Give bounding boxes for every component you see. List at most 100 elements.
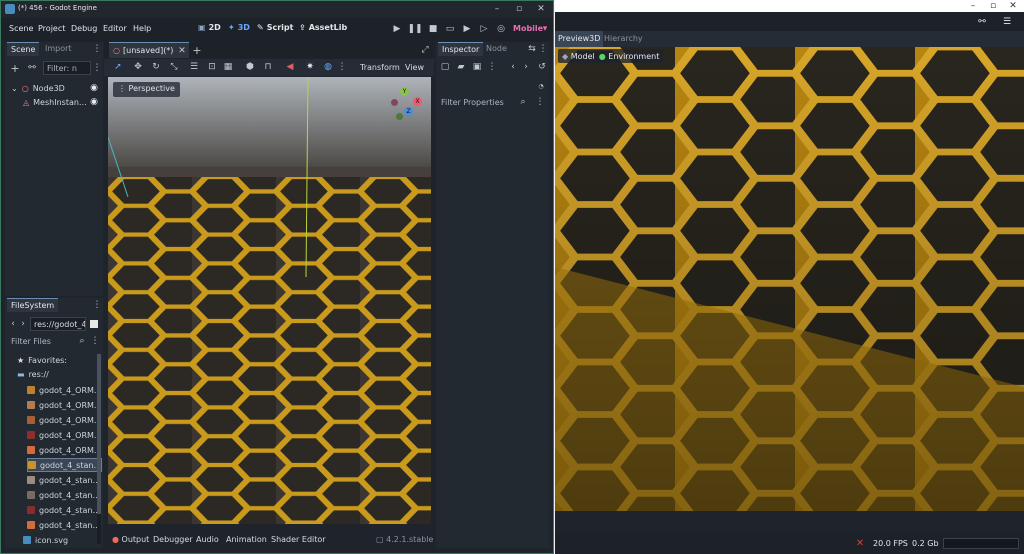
property-filter-placeholder[interactable]: Filter Properties: [441, 98, 504, 107]
tab-filesystem[interactable]: FileSystem: [7, 298, 59, 312]
view-menu[interactable]: View: [405, 63, 424, 72]
menu-project[interactable]: Project: [38, 24, 65, 33]
file-item[interactable]: godot_4_stan…: [27, 518, 100, 532]
preview-3d-view[interactable]: ◆ Model ● Environment: [555, 47, 1024, 511]
visibility-eye-icon[interactable]: ◉: [89, 82, 99, 94]
rotate-tool-icon[interactable]: ↻: [150, 61, 162, 73]
chevron-down-icon[interactable]: ▾: [540, 24, 550, 34]
menu-debug[interactable]: Debug: [71, 24, 97, 33]
tab-shader-editor[interactable]: Shader Editor: [271, 535, 326, 544]
filter-menu-icon[interactable]: ⋮: [536, 96, 545, 108]
close-icon[interactable]: ✕: [1007, 0, 1019, 12]
add-node-icon[interactable]: +: [9, 62, 21, 75]
tab-inspector[interactable]: Inspector: [438, 42, 484, 56]
scale-tool-icon[interactable]: ⤡: [168, 61, 180, 73]
file-item[interactable]: godot_4_ORM…: [27, 413, 102, 427]
workspace-2d-button[interactable]: ▣ 2D: [198, 23, 221, 32]
filter-menu-icon[interactable]: ⋮: [91, 335, 100, 347]
file-item[interactable]: godot_4_stan…: [27, 458, 103, 472]
tab-scene[interactable]: Scene: [7, 42, 40, 56]
tab-import[interactable]: Import: [41, 42, 76, 56]
more-menu-icon[interactable]: ⋮: [488, 61, 497, 73]
filter-menu-icon[interactable]: ⋮: [93, 62, 102, 74]
perspective-menu[interactable]: ⋮ Perspective: [113, 82, 180, 97]
minimize-icon[interactable]: –: [967, 0, 979, 12]
history-back-icon[interactable]: ‹: [509, 61, 517, 73]
play-custom-icon[interactable]: ▷: [478, 23, 490, 35]
distraction-free-icon[interactable]: ⤢: [420, 44, 430, 56]
list-select-icon[interactable]: ☰: [188, 61, 200, 73]
tab-audio[interactable]: Audio: [196, 535, 219, 544]
gizmo-z-icon[interactable]: Z: [404, 107, 413, 116]
minimize-icon[interactable]: –: [491, 3, 503, 15]
file-item[interactable]: godot_4_ORM…: [27, 428, 102, 442]
link-icon[interactable]: ⚯: [975, 16, 989, 28]
remote-debug-icon[interactable]: ▭: [444, 23, 456, 35]
tab-output[interactable]: ● Output: [112, 535, 149, 544]
local-space-icon[interactable]: ⬢: [244, 61, 256, 73]
back-arrow-icon[interactable]: ‹: [9, 318, 17, 330]
transform-menu[interactable]: Transform: [360, 63, 400, 72]
move-tool-icon[interactable]: ✥: [132, 61, 144, 73]
select-tool-icon[interactable]: ➚: [112, 61, 124, 73]
tab-animation[interactable]: Animation: [226, 535, 267, 544]
workspace-assetlib-button[interactable]: ⇪ AssetLib: [299, 23, 347, 32]
environment-icon[interactable]: ◍: [322, 61, 334, 73]
menu-icon[interactable]: ☰: [1001, 16, 1013, 28]
vertical-scrollbar[interactable]: [97, 354, 101, 544]
history-forward-icon[interactable]: ›: [522, 61, 530, 73]
link-icon[interactable]: ⚯: [26, 62, 38, 74]
workspace-3d-button[interactable]: ✦ 3D: [228, 23, 250, 32]
stop-icon[interactable]: ■: [427, 23, 439, 35]
menu-scene[interactable]: Scene: [9, 24, 33, 33]
file-item[interactable]: godot_4_stan…: [27, 473, 100, 487]
environment-toggle[interactable]: ● Environment: [599, 52, 660, 61]
dock-menu-icon[interactable]: ⋮: [93, 300, 102, 310]
gizmo-neg-x-icon[interactable]: [391, 99, 398, 106]
menu-help[interactable]: Help: [133, 24, 151, 33]
maximize-icon[interactable]: ▫: [513, 3, 525, 15]
model-toggle[interactable]: ◆ Model: [562, 52, 595, 61]
fold-icon[interactable]: ⇆: [528, 44, 536, 54]
maximize-icon[interactable]: ▫: [987, 0, 999, 12]
group-icon[interactable]: ▦: [222, 61, 234, 73]
tree-node-node3d[interactable]: ⌄ ○ Node3D: [11, 82, 65, 94]
3d-viewport[interactable]: ⋮ Perspective Y X Z: [108, 77, 431, 524]
file-item[interactable]: godot_4_ORM…: [27, 398, 102, 412]
open-folder-icon[interactable]: ▰: [456, 61, 466, 73]
scene-tab[interactable]: ○ [unsaved](*) ✕: [109, 42, 189, 58]
new-resource-icon[interactable]: ▢: [440, 61, 450, 73]
tab-preview3d[interactable]: Preview3D: [555, 31, 604, 47]
play-scene-icon[interactable]: ▶: [461, 23, 473, 35]
favorites-folder[interactable]: ★ Favorites:: [17, 354, 67, 366]
file-item[interactable]: godot_4_stan…: [27, 503, 100, 517]
collapse-arrow-icon[interactable]: ⌄: [11, 84, 18, 93]
movie-maker-icon[interactable]: ◎: [495, 23, 507, 35]
docs-icon[interactable]: ◔: [535, 80, 547, 92]
workspace-script-button[interactable]: ✎ Script: [257, 23, 293, 32]
gizmo-y-icon[interactable]: Y: [400, 87, 409, 96]
tab-node[interactable]: Node: [482, 42, 511, 56]
scrollbar-thumb[interactable]: [97, 354, 101, 514]
file-item[interactable]: godot_4_ORM…: [27, 443, 102, 457]
history-icon[interactable]: ↺: [537, 61, 547, 73]
add-tab-icon[interactable]: +: [192, 44, 202, 57]
close-tab-icon[interactable]: ✕: [177, 45, 187, 57]
scene-filter-input[interactable]: Filter: n: [43, 61, 91, 75]
path-input[interactable]: res://godot_4_: [30, 317, 86, 331]
dock-menu-icon[interactable]: ⋮: [539, 44, 548, 54]
save-icon[interactable]: ▣: [472, 61, 482, 73]
file-item-icon-svg[interactable]: icon.svg: [23, 533, 68, 547]
close-icon[interactable]: ✕: [535, 3, 547, 15]
tree-node-meshinstance[interactable]: ◬ MeshInstan…: [23, 96, 87, 108]
error-x-icon[interactable]: ✕: [855, 538, 865, 549]
view-gizmo[interactable]: Y X Z: [388, 87, 424, 123]
camera-override-icon[interactable]: ◀: [284, 61, 296, 73]
play-icon[interactable]: ▶: [391, 23, 403, 35]
search-icon[interactable]: ⌕: [77, 335, 87, 347]
pause-icon[interactable]: ❚❚: [407, 23, 422, 35]
dock-menu-icon[interactable]: ⋮: [93, 44, 102, 54]
menu-editor[interactable]: Editor: [103, 24, 127, 33]
sun-icon[interactable]: ✷: [304, 61, 316, 73]
visibility-eye-icon[interactable]: ◉: [89, 96, 99, 108]
